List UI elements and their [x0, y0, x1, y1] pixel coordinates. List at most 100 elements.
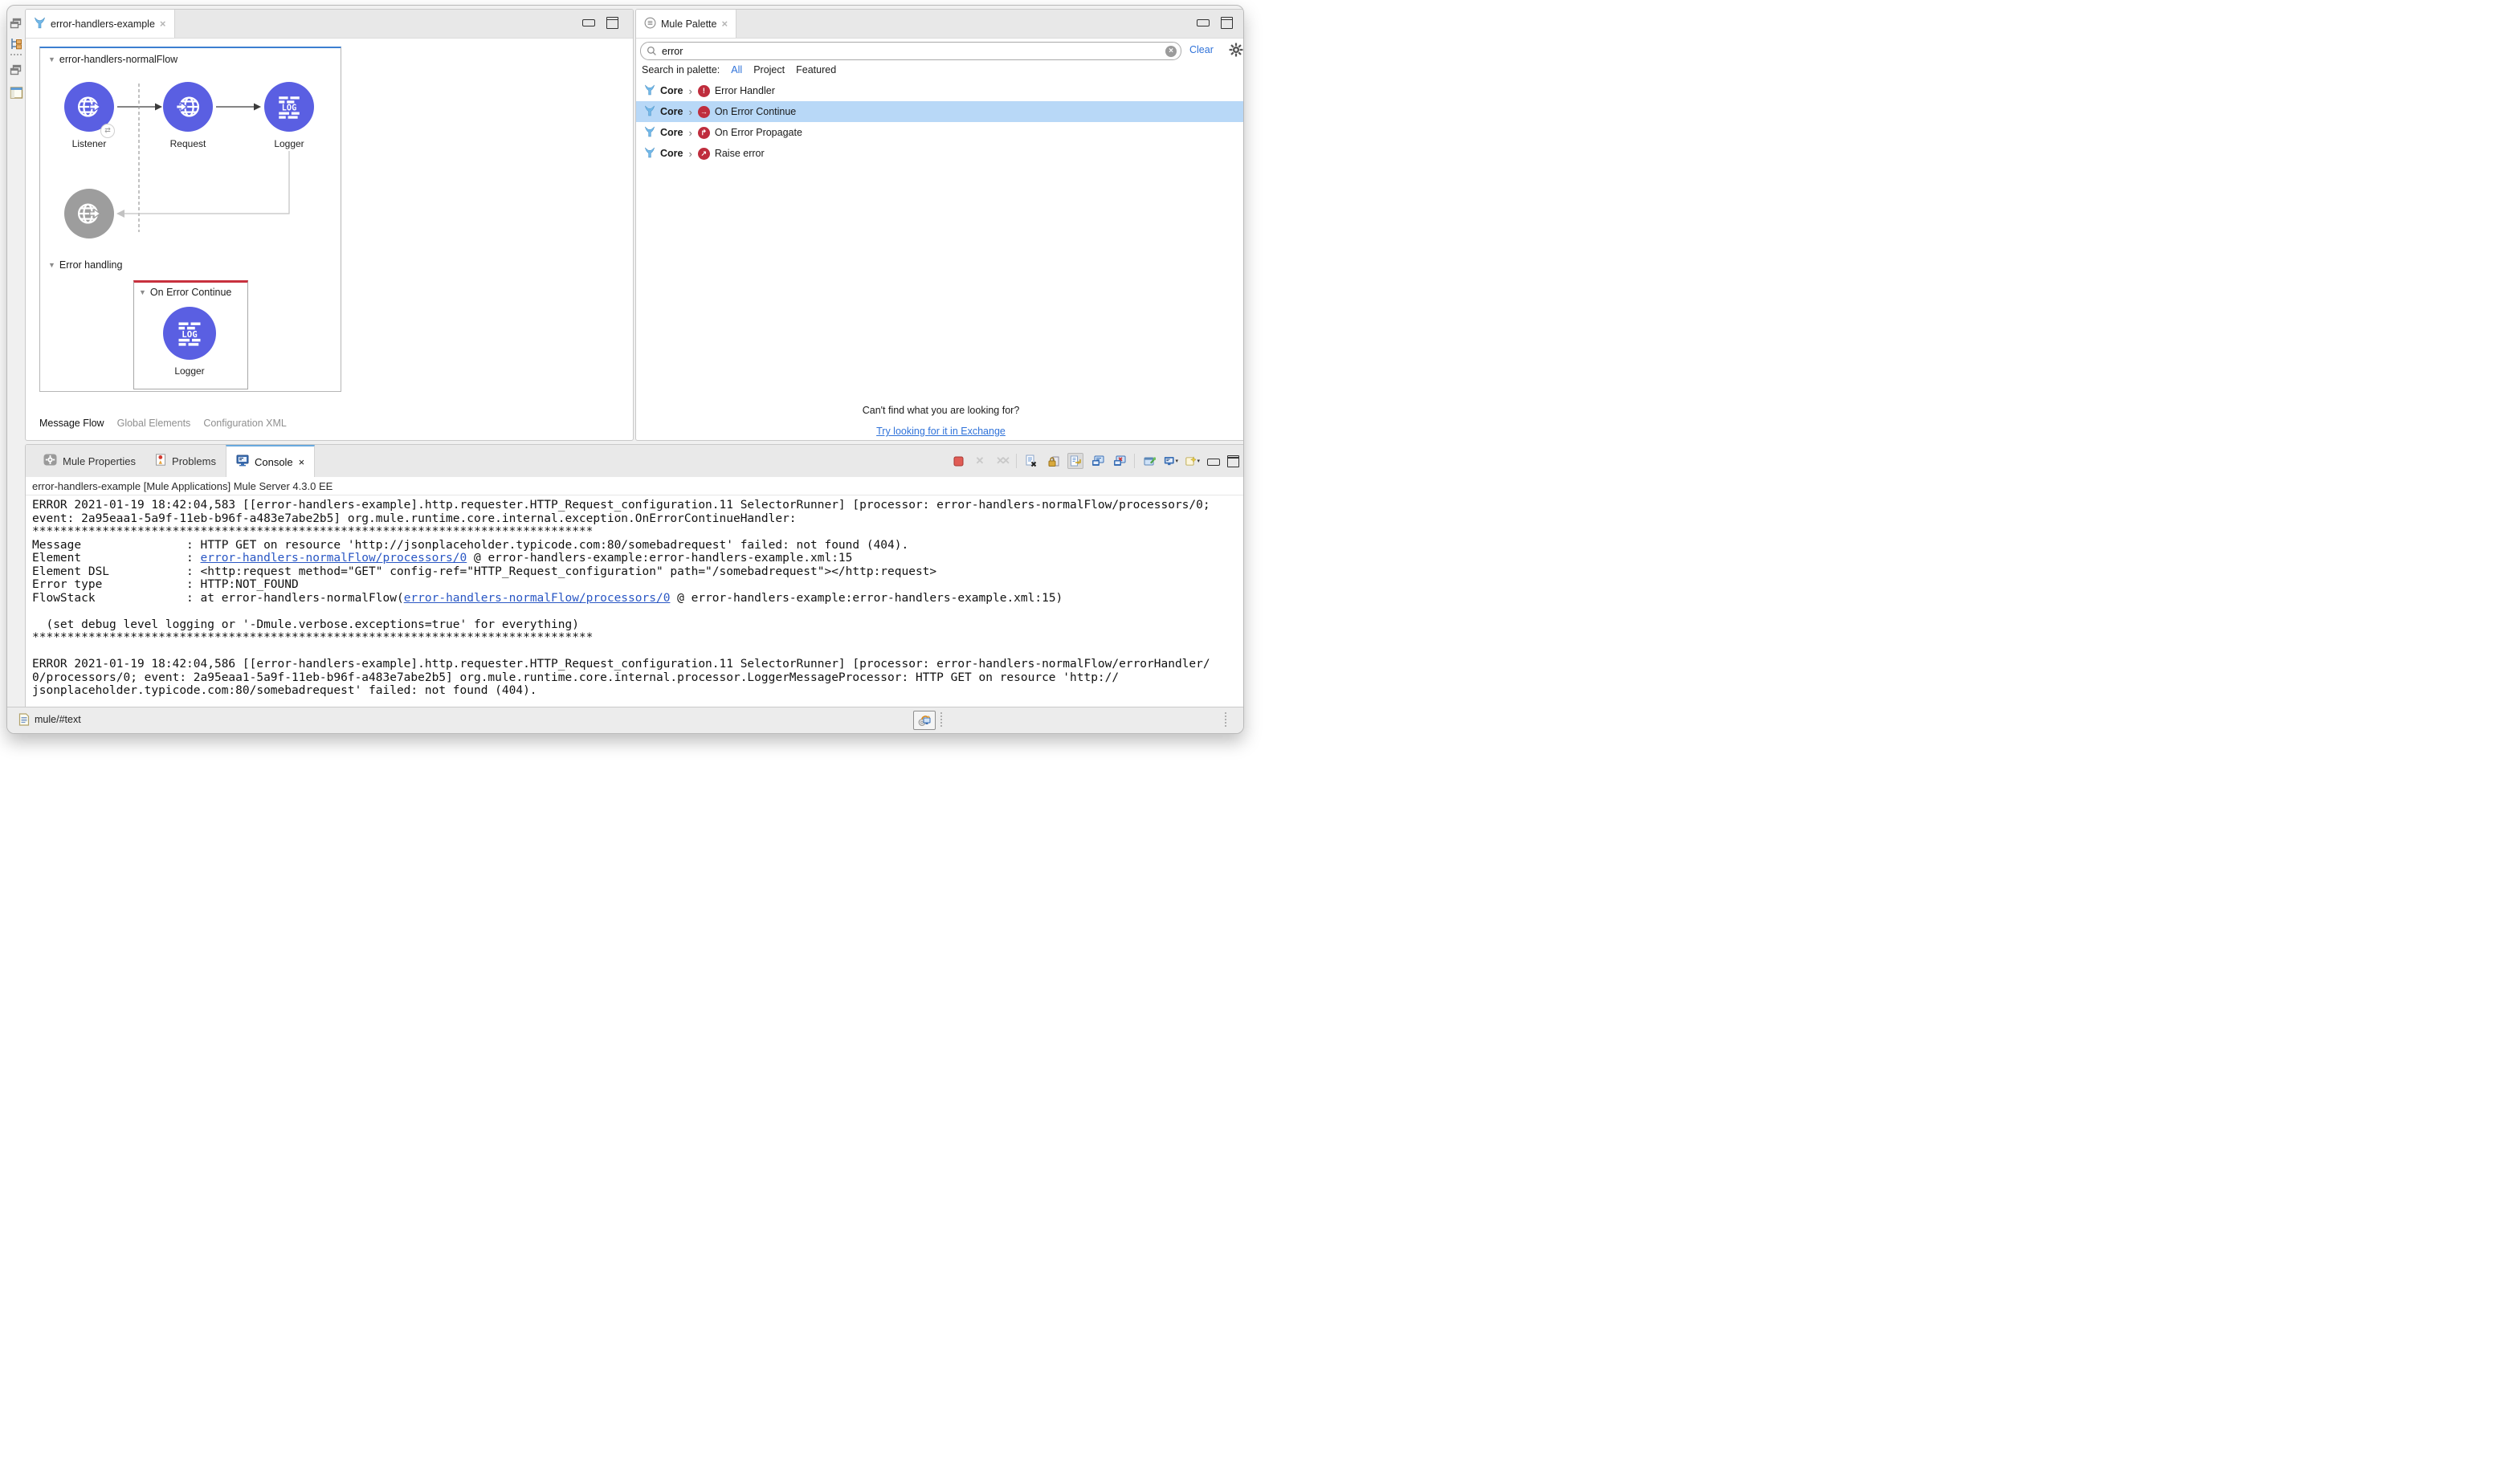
error-handler-icon: !: [698, 85, 710, 97]
palette-tab[interactable]: Mule Palette ×: [636, 10, 736, 38]
scroll-lock-icon[interactable]: [1046, 454, 1060, 468]
status-bar: mule/#text: [7, 707, 1243, 733]
open-console-icon[interactable]: ▾: [1185, 454, 1200, 468]
console-body: error-handlers-example [Mule Application…: [26, 477, 1244, 708]
clear-console-icon[interactable]: [1024, 454, 1038, 468]
filter-project[interactable]: Project: [753, 64, 785, 75]
console-tab-close-icon[interactable]: ×: [299, 456, 305, 468]
clear-search-icon[interactable]: ×: [1165, 46, 1177, 57]
minimize-icon[interactable]: [582, 19, 595, 26]
restore-views-icon-2[interactable]: [10, 63, 22, 76]
display-selected-console-icon[interactable]: ▾: [1164, 454, 1178, 468]
console-toolbar: ✕ ✕✕ ▾ ▾: [951, 445, 1239, 477]
editor-tab[interactable]: error-handlers-example ×: [26, 10, 175, 38]
maximize-icon[interactable]: [606, 17, 618, 29]
search-input[interactable]: [660, 43, 1145, 59]
scope-node-logger[interactable]: LOG: [163, 307, 216, 360]
console-log: ERROR 2021-01-19 18:42:04,583 [[error-ha…: [26, 495, 1244, 701]
http-response-icon: [75, 199, 104, 228]
chevron-icon: ›: [688, 127, 692, 139]
tab-message-flow[interactable]: Message Flow: [39, 418, 104, 429]
console-maximize-icon[interactable]: [1227, 455, 1239, 467]
collapse-triangle-icon[interactable]: ▼: [48, 55, 55, 63]
chevron-icon: ›: [688, 85, 692, 97]
console-minimize-icon[interactable]: [1207, 459, 1220, 466]
on-error-continue-icon: →: [698, 106, 710, 118]
restore-views-icon[interactable]: [10, 17, 22, 30]
svg-text:LOG: LOG: [282, 104, 296, 113]
strip-separator: [10, 54, 22, 58]
console-link[interactable]: error-handlers-normalFlow/processors/0: [201, 552, 467, 565]
palette-item-on-error-propagate[interactable]: Core › ↱ On Error Propagate: [636, 122, 1244, 143]
show-console-on-output-icon[interactable]: [1091, 454, 1105, 468]
flow-node-response[interactable]: [64, 189, 114, 238]
outline-view-icon[interactable]: [10, 86, 22, 99]
filter-featured[interactable]: Featured: [796, 64, 836, 75]
palette-item-error-handler[interactable]: Core › ! Error Handler: [636, 80, 1244, 101]
remove-all-launches-icon[interactable]: ✕✕: [994, 454, 1009, 468]
editor-tab-close-icon[interactable]: ×: [160, 18, 166, 30]
scope-title[interactable]: ▼On Error Continue: [139, 287, 231, 298]
remove-launch-icon[interactable]: ✕: [973, 454, 987, 468]
exchange-link[interactable]: Try looking for it in Exchange: [876, 426, 1006, 437]
palette-tab-title: Mule Palette: [661, 18, 716, 30]
tab-problems[interactable]: Problems: [145, 445, 226, 477]
tab-global-elements[interactable]: Global Elements: [117, 418, 191, 429]
console-log-line: ****************************************…: [32, 631, 1239, 645]
statusbar-path: mule/#text: [35, 714, 81, 725]
launch-indicator-button[interactable]: [913, 711, 936, 730]
statusbar-grip-right[interactable]: [1225, 712, 1228, 727]
palette-item-raise-error[interactable]: Core › ↗ Raise error: [636, 143, 1244, 164]
editor-tabbar: error-handlers-example ×: [26, 10, 633, 39]
word-wrap-icon[interactable]: [1067, 453, 1083, 469]
palette-item-label: On Error Continue: [715, 106, 796, 117]
package-explorer-icon[interactable]: [10, 38, 22, 51]
show-console-on-error-icon[interactable]: [1112, 454, 1127, 468]
console-log-line: Message : HTTP GET on resource 'http://j…: [32, 539, 1239, 552]
collapse-triangle-icon[interactable]: ▼: [139, 288, 146, 296]
node-label: Logger: [153, 365, 226, 377]
flow-container[interactable]: ▼error-handlers-normalFlow: [39, 47, 341, 392]
console-log-line: ****************************************…: [32, 525, 1239, 539]
document-icon: [18, 713, 30, 730]
console-log-line: Error type : HTTP:NOT_FOUND: [32, 578, 1239, 592]
pin-console-icon[interactable]: [1142, 454, 1157, 468]
svg-text:LOG: LOG: [182, 329, 197, 340]
palette-footer-question: Can't find what you are looking for?: [863, 405, 1020, 416]
palette-search-row: × Clear: [640, 42, 1241, 59]
toolbar-separator: [1016, 454, 1017, 468]
on-error-continue-scope[interactable]: ▼On Error Continue LOG Logger: [133, 280, 248, 389]
filter-label: Search in palette:: [642, 64, 720, 75]
palette-window-buttons: [1197, 17, 1233, 29]
console-log-line: Element : error-handlers-normalFlow/proc…: [32, 552, 1239, 565]
flow-node-logger[interactable]: LOG: [264, 82, 314, 132]
search-icon: [647, 46, 657, 60]
terminate-icon[interactable]: [951, 454, 965, 468]
on-error-propagate-icon: ↱: [698, 127, 710, 139]
tab-mule-properties[interactable]: Mule Properties: [34, 445, 145, 477]
palette-tab-close-icon[interactable]: ×: [721, 18, 728, 30]
clear-link[interactable]: Clear: [1189, 44, 1214, 55]
palette-gear-icon[interactable]: [1229, 43, 1243, 61]
palette-searchbox[interactable]: ×: [640, 42, 1181, 60]
mule-logo-icon: [644, 105, 655, 119]
collapse-triangle-icon[interactable]: ▼: [48, 261, 55, 269]
flow-node-request[interactable]: [163, 82, 213, 132]
node-label: Request: [152, 138, 224, 149]
tab-configuration-xml[interactable]: Configuration XML: [203, 418, 287, 429]
node-label: Logger: [253, 138, 325, 149]
statusbar-grip[interactable]: [940, 712, 944, 727]
console-log-line: FlowStack : at error-handlers-normalFlow…: [32, 592, 1239, 605]
palette-item-on-error-continue[interactable]: Core › → On Error Continue: [636, 101, 1244, 122]
flow-title[interactable]: ▼error-handlers-normalFlow: [48, 54, 177, 65]
console-log-line: 0/processors/0; event: 2a95eaa1-5a9f-11e…: [32, 671, 1239, 685]
maximize-icon[interactable]: [1221, 17, 1233, 29]
console-link[interactable]: error-handlers-normalFlow/processors/0: [404, 592, 671, 605]
filter-all[interactable]: All: [731, 64, 742, 75]
error-handling-header[interactable]: ▼Error handling: [48, 259, 122, 271]
mule-logo-icon: [644, 126, 655, 140]
tab-console[interactable]: Console ×: [226, 445, 315, 477]
console-log-line: Element DSL : <http:request method="GET"…: [32, 565, 1239, 579]
palette-tabbar: Mule Palette ×: [636, 10, 1244, 39]
minimize-icon[interactable]: [1197, 19, 1210, 26]
